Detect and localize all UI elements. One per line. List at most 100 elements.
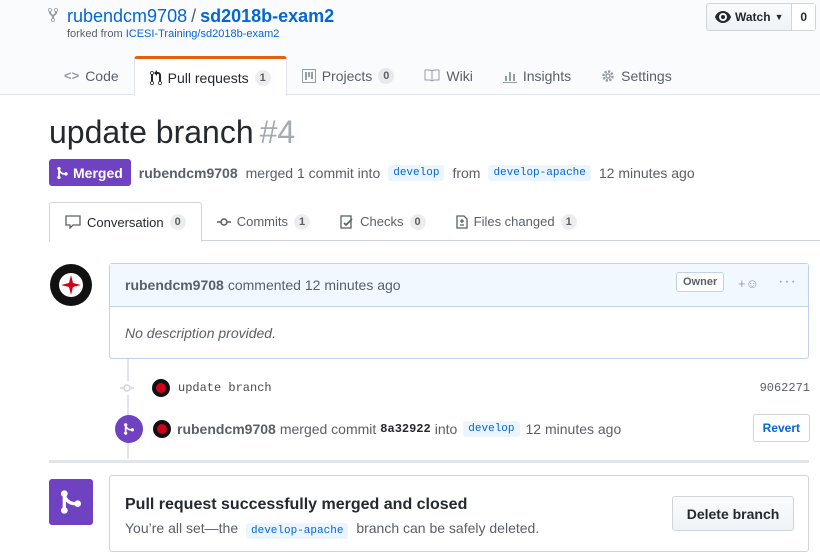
- tab-checks[interactable]: Checks 0: [325, 202, 440, 241]
- commit-row: update branch 9062271: [120, 377, 810, 399]
- tab-code[interactable]: <> Code: [49, 56, 134, 95]
- tab-code-label: Code: [85, 67, 119, 84]
- commit-message-link[interactable]: update branch: [178, 381, 272, 395]
- repo-name-link[interactable]: sd2018b-exam2: [200, 6, 334, 26]
- repo-separator: /: [191, 6, 197, 26]
- fork-note: forked from ICESI-Training/sd2018b-exam2: [67, 28, 279, 40]
- commit-icon: [216, 217, 231, 226]
- comment-author-link[interactable]: rubendcm9708: [125, 277, 224, 293]
- repo-title: rubendcm9708/sd2018b-exam2: [67, 6, 334, 27]
- project-icon: [301, 68, 316, 83]
- pr-author-link[interactable]: rubendcm9708: [139, 165, 238, 181]
- status-badge: Merged: [49, 159, 131, 186]
- smiley-icon: +☺: [738, 276, 759, 291]
- comment-header: rubendcm9708 commented 12 minutes ago Ow…: [110, 264, 808, 307]
- more-options-icon[interactable]: ···: [778, 273, 797, 291]
- repo-nav: <> Code Pull requests 1 Projects 0 Wiki …: [49, 56, 687, 96]
- comment-action: commented 12 minutes ago: [227, 277, 401, 293]
- pr-from-text: from: [452, 164, 481, 181]
- tab-files-changed[interactable]: Files changed 1: [441, 202, 592, 241]
- checklist-icon: [340, 214, 353, 229]
- tab-conversation-count: 0: [169, 214, 186, 230]
- timeline-divider: [49, 460, 809, 463]
- tab-insights-label: Insights: [522, 67, 572, 84]
- merge-status-description: You’re all set—the develop-apache branch…: [125, 520, 540, 539]
- tab-wiki-label: Wiki: [446, 67, 473, 84]
- pr-merged-text: merged 1 commit into: [245, 164, 381, 181]
- merge-desc-after: branch can be safely deleted.: [356, 520, 540, 536]
- tab-insights[interactable]: Insights: [488, 56, 586, 95]
- avatar[interactable]: [152, 379, 170, 397]
- tab-pull-requests-label: Pull requests: [167, 69, 249, 86]
- merge-author-link[interactable]: rubendcm9708: [177, 421, 276, 437]
- repo-forked-icon: [47, 7, 59, 23]
- merge-target-branch[interactable]: develop: [463, 421, 520, 437]
- gear-icon: [602, 69, 614, 82]
- merge-commit-sha[interactable]: 8a32922: [380, 422, 430, 436]
- tab-projects[interactable]: Projects 0: [287, 56, 410, 95]
- tab-conversation[interactable]: Conversation 0: [49, 202, 202, 242]
- tab-projects-label: Projects: [321, 67, 373, 84]
- revert-button[interactable]: Revert: [752, 414, 810, 442]
- tab-checks-label: Checks: [360, 214, 404, 229]
- merge-status-box: Pull request successfully merged and clo…: [109, 475, 809, 552]
- head-branch[interactable]: develop-apache: [488, 164, 591, 181]
- merge-time: 12 minutes ago: [525, 421, 622, 437]
- graph-icon: [502, 71, 517, 83]
- tab-settings[interactable]: Settings: [586, 56, 687, 95]
- commit-icon: [120, 381, 134, 395]
- pr-meta: Merged rubendcm9708 merged 1 commit into…: [49, 159, 695, 186]
- fork-source-link[interactable]: ICESI-Training/sd2018b-exam2: [126, 28, 280, 40]
- pr-tabs: Conversation 0 Commits 1 Checks 0 Files …: [49, 202, 820, 242]
- owner-badge: Owner: [676, 272, 725, 292]
- commit-sha-link[interactable]: 9062271: [760, 381, 810, 395]
- pull-request-icon: [149, 69, 162, 85]
- pr-time: 12 minutes ago: [598, 164, 695, 181]
- tab-commits[interactable]: Commits 1: [202, 202, 325, 241]
- merge-icon: [57, 166, 68, 179]
- tab-conversation-label: Conversation: [87, 214, 164, 230]
- page-title: update branch #4: [49, 114, 295, 151]
- tab-wiki[interactable]: Wiki: [409, 56, 487, 95]
- file-diff-icon: [455, 214, 468, 229]
- fork-prefix: forked from: [67, 28, 123, 40]
- watch-count[interactable]: 0: [792, 4, 815, 30]
- comment-icon: [65, 215, 81, 229]
- book-icon: [424, 69, 440, 82]
- tab-pull-requests-count: 1: [254, 69, 271, 86]
- code-icon: <>: [64, 68, 80, 83]
- watch-label: Watch: [735, 10, 771, 24]
- merge-status-title: Pull request successfully merged and clo…: [125, 496, 468, 513]
- merge-text: merged commit: [279, 421, 377, 437]
- comment-body: No description provided.: [125, 325, 276, 341]
- merge-into-text: into: [434, 421, 458, 437]
- watch-button-group: Watch ▼ 0: [706, 3, 816, 31]
- delete-branch-button[interactable]: Delete branch: [672, 496, 794, 531]
- eye-icon: [715, 11, 731, 23]
- merge-status-icon: [49, 479, 93, 525]
- tab-checks-count: 0: [409, 213, 426, 230]
- add-reaction-button[interactable]: +☺: [738, 276, 768, 294]
- tab-settings-label: Settings: [621, 67, 672, 84]
- avatar[interactable]: [49, 263, 93, 307]
- repo-header: rubendcm9708/sd2018b-exam2 forked from I…: [0, 0, 820, 96]
- tab-files-changed-label: Files changed: [473, 214, 555, 229]
- pr-title-text: update branch: [49, 114, 254, 150]
- tab-commits-label: Commits: [236, 214, 289, 229]
- comment: rubendcm9708 commented 12 minutes ago Ow…: [109, 263, 809, 359]
- merge-event: rubendcm9708 merged commit 8a32922 into …: [115, 413, 810, 445]
- caret-down-icon: ▼: [774, 12, 784, 22]
- base-branch[interactable]: develop: [388, 164, 445, 181]
- merge-icon: [115, 415, 143, 443]
- merge-icon: [61, 490, 81, 514]
- pr-number: #4: [259, 114, 296, 150]
- status-badge-label: Merged: [73, 164, 123, 181]
- avatar[interactable]: [153, 420, 171, 438]
- watch-button[interactable]: Watch ▼: [707, 4, 793, 30]
- tab-pull-requests[interactable]: Pull requests 1: [133, 56, 287, 96]
- tab-commits-count: 1: [294, 213, 311, 230]
- repo-owner-link[interactable]: rubendcm9708: [67, 6, 187, 26]
- merge-desc-before: You’re all set—the: [125, 520, 239, 536]
- deletable-branch[interactable]: develop-apache: [246, 523, 349, 539]
- tab-projects-count: 0: [378, 67, 395, 84]
